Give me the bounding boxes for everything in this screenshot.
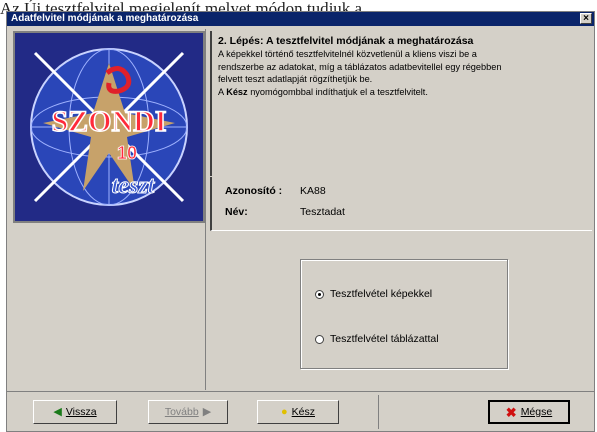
radio-button-unchecked[interactable] — [315, 334, 324, 344]
logo-text-teszt: teszt — [112, 173, 156, 199]
dialog-window: Adatfelvitel módjának a meghatározása × … — [6, 11, 595, 432]
close-icon: × — [583, 13, 589, 24]
radio-option-table[interactable]: Tesztfelvétel táblázattal — [315, 333, 439, 345]
name-label: Név: — [225, 206, 248, 218]
logo-text-szondi: SZONDI — [51, 105, 166, 138]
bulb-icon: ● — [281, 405, 288, 418]
done-label: Kész — [291, 406, 315, 418]
back-button[interactable]: ◀ Vissza — [33, 400, 117, 424]
arrow-left-icon: ◀ — [53, 405, 62, 418]
instruction-line-2: rendszerbe az adatokat, míg a táblázatos… — [218, 61, 502, 72]
id-value: KA88 — [300, 185, 326, 197]
name-value: Tesztadat — [300, 206, 345, 218]
instruction-text: A képekkel történő tesztfelvitelnél közv… — [218, 48, 590, 98]
szondi-logo: SZONDI 10 teszt — [13, 31, 205, 223]
radio-option-images[interactable]: Tesztfelvétel képekkel — [315, 288, 432, 300]
instruction-line-3: felvett teszt adatlapját rögzíthetjük be… — [218, 74, 373, 84]
arrow-right-icon: ▶ — [202, 405, 212, 418]
logo-graphic: SZONDI 10 teszt — [15, 33, 203, 221]
cancel-label: Mégse — [520, 406, 553, 418]
instruction-line-4-suffix: nyomógombbal indíthatjuk el a tesztfelvi… — [247, 86, 428, 97]
next-button[interactable]: Tovább ▶ — [148, 400, 228, 424]
x-mark-icon: ✖ — [505, 404, 517, 420]
done-button[interactable]: ● Kész — [257, 400, 339, 424]
step-title: 2. Lépés: A tesztfelvitel módjának a meg… — [218, 35, 474, 47]
back-label: Vissza — [65, 406, 97, 418]
next-label: Tovább — [164, 406, 199, 418]
window-title: Adatfelvitel módjának a meghatározása — [11, 13, 199, 24]
instruction-line-1: A képekkel történő tesztfelvitelnél közv… — [218, 49, 477, 59]
instruction-panel: 2. Lépés: A tesztfelvitel módjának a meg… — [210, 31, 592, 176]
logo-text-10: 10 — [117, 143, 137, 163]
instruction-line-4-bold: Kész — [226, 86, 248, 97]
radio-button-checked[interactable] — [315, 289, 324, 299]
radio-label-table: Tesztfelvétel táblázattal — [330, 333, 439, 345]
title-bar: Adatfelvitel módjának a meghatározása × — [7, 12, 594, 26]
test-info-panel: Azonosító : KA88 Név: Tesztadat — [210, 177, 592, 231]
cancel-button[interactable]: ✖ Mégse — [488, 400, 570, 424]
input-mode-group: Tesztfelvétel képekkel Tesztfelvétel táb… — [300, 259, 508, 369]
instruction-line-4-prefix: A — [218, 86, 227, 97]
left-panel: SZONDI 10 teszt — [11, 29, 206, 390]
instruction-line-4: A Kész nyomógombbal indíthatjuk el a tes… — [218, 86, 590, 99]
bottom-separator — [378, 395, 379, 429]
id-label: Azonosító : — [225, 185, 283, 197]
close-button[interactable]: × — [580, 13, 592, 24]
radio-label-images: Tesztfelvétel képekkel — [330, 288, 433, 300]
